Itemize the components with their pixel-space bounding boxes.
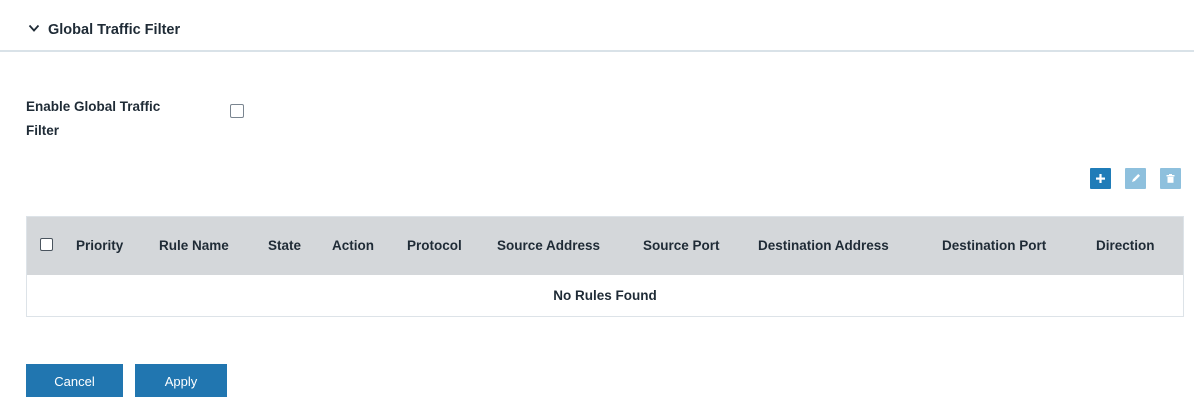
- enable-global-traffic-filter-label: Enable Global Traffic Filter: [26, 99, 161, 138]
- chevron-down-icon[interactable]: [28, 22, 40, 34]
- select-all-checkbox[interactable]: [40, 238, 53, 251]
- column-state[interactable]: State: [268, 238, 301, 253]
- column-protocol[interactable]: Protocol: [407, 238, 462, 253]
- column-priority[interactable]: Priority: [76, 238, 123, 253]
- pencil-icon: [1132, 174, 1140, 182]
- section-header[interactable]: Global Traffic Filter: [0, 0, 1194, 52]
- rules-table: Priority Rule Name State Action Protocol…: [26, 216, 1184, 317]
- delete-rule-button[interactable]: [1160, 168, 1181, 189]
- section-title: Global Traffic Filter: [48, 22, 181, 38]
- plus-icon: [1096, 174, 1105, 183]
- enable-global-traffic-filter-checkbox[interactable]: [230, 104, 244, 118]
- empty-table-message: No Rules Found: [553, 288, 657, 303]
- column-direction[interactable]: Direction: [1096, 238, 1155, 253]
- column-source-address[interactable]: Source Address: [497, 238, 600, 253]
- column-rule-name[interactable]: Rule Name: [159, 238, 229, 253]
- column-source-port[interactable]: Source Port: [643, 238, 720, 253]
- apply-button[interactable]: Apply: [135, 364, 227, 397]
- trash-icon: [1166, 174, 1175, 183]
- column-destination-port[interactable]: Destination Port: [942, 238, 1046, 253]
- table-header: Priority Rule Name State Action Protocol…: [27, 217, 1183, 275]
- edit-rule-button[interactable]: [1125, 168, 1146, 189]
- column-action[interactable]: Action: [332, 238, 374, 253]
- add-rule-button[interactable]: [1090, 168, 1111, 189]
- column-destination-address[interactable]: Destination Address: [758, 238, 889, 253]
- cancel-button[interactable]: Cancel: [26, 364, 123, 397]
